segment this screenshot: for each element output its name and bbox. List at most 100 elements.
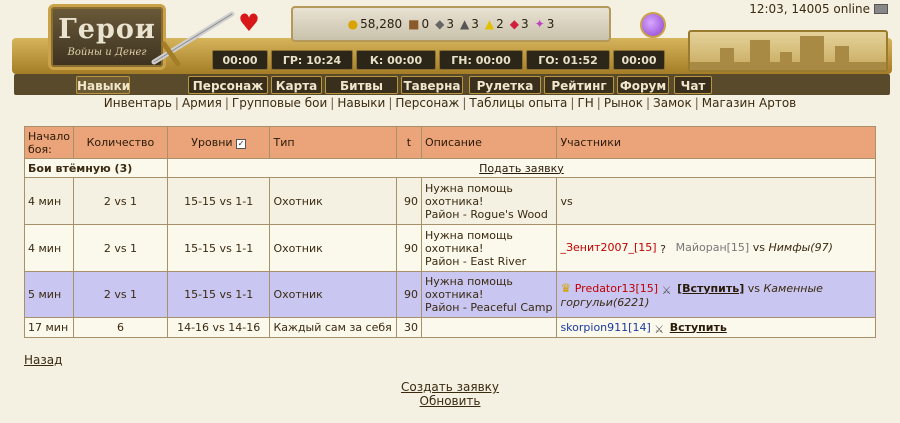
logo-title: Герои (58, 14, 156, 45)
mercury-icon: ▲ (460, 17, 470, 31)
cell-count: 2 vs 1 (73, 224, 168, 272)
resource-gems: ✦ 3 (535, 17, 555, 31)
desc-line: Нужна помощь охотника! (424, 275, 513, 301)
mail-icon[interactable] (874, 4, 888, 14)
bottom-links: Создать заявку Обновить (0, 380, 900, 408)
castle-banner[interactable] (688, 30, 888, 72)
server-clock: 12:03, 14005 online (749, 2, 888, 16)
nav-roulette[interactable]: Рулетка (469, 76, 541, 94)
timer-group-battle: ГР: 10:24 (271, 50, 353, 70)
battles-table: Начало боя: Количество Уровни ✓ Тип t Оп… (23, 126, 877, 338)
table-row: 5 мин 2 vs 1 15-15 vs 1-1 Охотник 90 Нуж… (23, 271, 876, 318)
cell-type: Каждый сам за себя (269, 317, 397, 338)
cell-participants: ♛ Predator13[15] ⚔ [Вступить] vs Каменны… (556, 271, 876, 318)
col-type: Тип (269, 126, 397, 159)
table-header-row: Начало боя: Количество Уровни ✓ Тип t Оп… (23, 126, 876, 159)
cell-type: Охотник (269, 271, 397, 318)
resource-value: 3 (520, 17, 529, 31)
resource-mercury: ▲ 3 (460, 17, 479, 31)
nav-skills[interactable]: Навыки (76, 76, 130, 94)
heart-icon[interactable]: ♥ (236, 10, 262, 36)
cell-participants: vs (556, 177, 876, 225)
group-row: Бои втёмную (3) Подать заявку (24, 158, 877, 178)
resource-value: 58,280 (360, 17, 403, 31)
join-button[interactable]: Вступить (670, 321, 727, 334)
cell-count: 2 vs 1 (73, 271, 168, 318)
timer-k: К: 00:00 (356, 50, 436, 70)
separator: | (694, 96, 699, 110)
cell-t: 30 (395, 317, 422, 338)
cell-count: 2 vs 1 (73, 177, 168, 225)
submenu-group-battles[interactable]: Групповые бои (232, 96, 327, 110)
nav-character[interactable]: Персонаж (188, 76, 268, 94)
resource-wood: ■ 0 (408, 17, 429, 31)
gems-icon: ✦ (534, 17, 545, 31)
sword-join-icon: ⚔ (654, 322, 665, 336)
clan-icon[interactable]: ? (660, 243, 672, 256)
submenu-inventory[interactable]: Инвентарь (104, 96, 172, 110)
cell-start: 4 мин (23, 224, 75, 272)
crystal-icon: ◆ (509, 17, 519, 31)
desc-line: Район - Peaceful Camp (424, 301, 553, 314)
resources-bar: ● 58,280 ■ 0 ◆ 3 ▲ 3 ▲ 2 ◆ 3 ✦ 3 (291, 6, 611, 42)
cell-start: 4 мин (23, 177, 75, 225)
separator: | (646, 96, 651, 110)
refresh-link[interactable]: Обновить (0, 394, 900, 408)
cell-desc: Нужна помощь охотника! Район - Rogue's Wo… (420, 177, 558, 225)
nav-rating[interactable]: Рейтинг (544, 76, 614, 94)
cell-levels: 15-15 vs 1-1 (166, 177, 271, 225)
vs-label: vs (752, 241, 765, 254)
resource-value: 2 (496, 17, 504, 31)
group-label: Бои втёмную (3) (24, 158, 168, 178)
separator: | (388, 96, 393, 110)
resource-value: 0 (421, 17, 430, 31)
game-logo[interactable]: Герои Войны и Денег (48, 4, 166, 70)
player-link[interactable]: Predator13[15] (575, 282, 658, 295)
timer: 00:00 (212, 50, 268, 70)
player-link[interactable]: _Зенит2007_[15] (560, 241, 656, 254)
separator: | (174, 96, 179, 110)
submenu-market[interactable]: Рынок (604, 96, 643, 110)
sub-menu: Инвентарь | Армия | Групповые бои | Навыки | Пер… (0, 96, 900, 110)
wood-icon: ■ (408, 17, 420, 31)
desc-line: Район - Rogue's Wood (424, 207, 548, 221)
cell-type: Охотник (269, 224, 397, 272)
separator: | (596, 96, 601, 110)
desc-line: Нужна помощь охотника! (424, 228, 513, 255)
nav-forum[interactable]: Форум (617, 76, 669, 94)
timer-go: ГО: 01:52 (526, 50, 610, 70)
checkbox-icon[interactable]: ✓ (236, 139, 247, 149)
nav-battles[interactable]: Битвы (325, 76, 398, 94)
player-link[interactable]: Майоран[15] (676, 241, 750, 254)
nav-map[interactable]: Карта (271, 76, 322, 94)
col-t: t (395, 126, 422, 159)
submenu-gn[interactable]: ГН (577, 96, 593, 110)
back-link[interactable]: Назад (24, 353, 62, 367)
sword-join-icon: ⚔ (661, 283, 672, 297)
create-request-link[interactable]: Создать заявку (0, 380, 900, 394)
submit-request-link[interactable]: Подать заявку (479, 162, 564, 175)
col-participants: Участники (556, 126, 876, 159)
player-link[interactable]: skorpion911[14] (560, 321, 650, 334)
submenu-army[interactable]: Армия (182, 96, 222, 110)
desc-line: Нужна помощь охотника! (424, 181, 513, 208)
nav-tavern[interactable]: Таверна (401, 76, 463, 94)
cell-t: 90 (395, 177, 422, 225)
cell-desc: Нужна помощь охотника! Район - East River (420, 224, 558, 272)
submenu-art-shop[interactable]: Магазин Артов (702, 96, 796, 110)
submenu-character[interactable]: Персонаж (395, 96, 459, 110)
desc-line: Район - East River (424, 254, 527, 268)
game-header: Герои Войны и Денег ♥ ● 58,280 ■ 0 ◆ 3 ▲ 3 ▲… (0, 0, 900, 95)
timer: 00:00 (613, 50, 665, 70)
submenu-castle[interactable]: Замок (653, 96, 692, 110)
crown-icon: ♛ (560, 280, 572, 295)
resource-value: 3 (446, 17, 454, 31)
group-action-cell: Подать заявку (166, 158, 877, 178)
potion-icon[interactable] (640, 12, 666, 38)
submenu-exp-tables[interactable]: Таблицы опыта (469, 96, 567, 110)
submenu-skills[interactable]: Навыки (337, 96, 385, 110)
col-levels-label: Уровни (191, 136, 233, 149)
join-button[interactable]: [Вступить] (677, 282, 744, 295)
resource-gold: ● 58,280 (348, 17, 402, 31)
nav-chat[interactable]: Чат (674, 76, 712, 94)
